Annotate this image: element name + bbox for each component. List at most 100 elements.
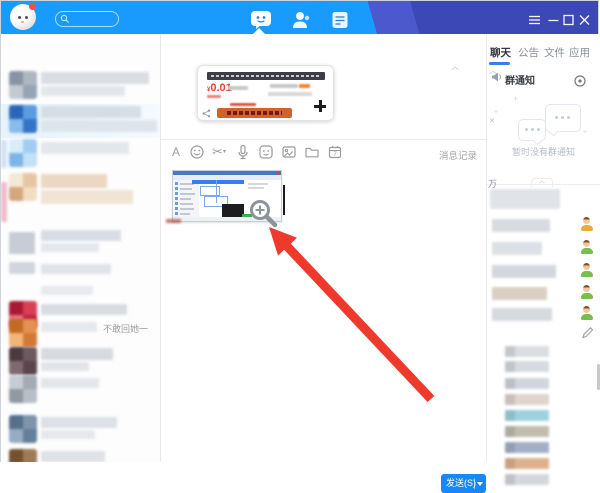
send-button-divider [474, 478, 475, 489]
voice-icon[interactable] [235, 144, 251, 160]
censored-text-bar [41, 430, 95, 439]
thumb-outline-box [200, 186, 220, 196]
avatar-nose [21, 21, 24, 23]
censored-text-bar [41, 304, 127, 315]
censored-red-text [230, 103, 256, 106]
chat-list-item[interactable] [1, 138, 161, 172]
censored-member-header [490, 189, 560, 209]
censored-app-item [505, 442, 549, 453]
censored-app-item [505, 378, 549, 389]
file-folder-icon[interactable] [304, 144, 320, 160]
app-window: 不敢回她一 ¥0.01 ︿ [0, 0, 599, 462]
chat-list-item[interactable] [1, 374, 161, 402]
messages-tab-icon[interactable] [249, 10, 273, 30]
censored-app-item [505, 346, 549, 357]
censored-text-bar [9, 232, 35, 254]
emoji-icon[interactable] [189, 144, 205, 160]
censored-text-bar [41, 142, 129, 154]
member-avatar-body [581, 225, 593, 231]
message-image-card[interactable]: ¥0.01 [197, 65, 334, 121]
censored-text-bar [41, 451, 105, 462]
censored-red-text [207, 95, 221, 98]
chat-avatar [9, 71, 37, 99]
censored-text-bar [41, 264, 111, 274]
censored-text-bar [1, 140, 7, 168]
member-avatar-icon[interactable] [580, 306, 593, 320]
member-list [487, 34, 600, 462]
search-input[interactable] [55, 11, 119, 27]
chat-list-item[interactable] [1, 230, 161, 260]
chat-list-item[interactable] [1, 104, 161, 138]
censored-text-bar [41, 106, 141, 118]
censored-app-item [505, 361, 549, 372]
thumb-selection-bar [192, 180, 244, 184]
workspace-tab-icon[interactable] [328, 10, 352, 30]
censored-member-name [492, 242, 542, 255]
main-menu-icon[interactable] [528, 14, 541, 26]
message-input[interactable]: 发送(S) [161, 163, 486, 442]
avatar-eye [25, 16, 28, 19]
contacts-tab-icon[interactable] [289, 10, 313, 30]
sticker-icon[interactable] [258, 144, 274, 160]
censored-text-bar [41, 417, 117, 428]
censored-text-bar [41, 348, 113, 360]
calendar-icon[interactable]: 7 [327, 144, 343, 160]
font-format-icon[interactable]: A [168, 144, 184, 160]
image-icon[interactable] [281, 144, 297, 160]
zoom-plus-cursor-icon [314, 100, 326, 112]
censored-app-item [505, 426, 549, 437]
member-avatar-head [583, 306, 590, 313]
chat-list-item[interactable] [1, 346, 161, 374]
chat-list-item[interactable] [1, 448, 161, 462]
member-avatar-icon[interactable] [580, 285, 593, 299]
chat-list-item[interactable]: 不敢回她一 [1, 318, 161, 344]
message-history-button[interactable]: 消息记录 [439, 148, 477, 162]
scroll-up-chevron[interactable]: ︿ [451, 63, 459, 71]
censored-text-bar [41, 174, 107, 188]
censored-text [270, 84, 298, 88]
member-avatar-icon[interactable] [580, 217, 593, 231]
chat-preview-text: 不敢回她一 [103, 322, 148, 335]
chat-list-item[interactable] [1, 172, 161, 228]
censored-text-bar [41, 190, 133, 204]
censored-member-name [492, 287, 547, 300]
chat-avatar [9, 173, 37, 201]
share-icon [202, 109, 211, 118]
chat-list-item[interactable] [1, 70, 161, 104]
maximize-icon[interactable] [562, 14, 575, 26]
censored-app-item [505, 410, 549, 421]
chat-avatar [9, 375, 37, 403]
thumb-dark-rect [222, 204, 244, 217]
censored-app-item [505, 474, 549, 485]
censored-text-bar [1, 182, 7, 222]
minimize-icon[interactable] [547, 14, 560, 26]
censored-app-item [505, 458, 549, 469]
censored-member-name [492, 219, 550, 232]
member-avatar-icon[interactable] [580, 240, 593, 254]
chat-avatar [9, 449, 37, 462]
chat-list-item[interactable] [1, 262, 161, 286]
censored-app-item [505, 394, 549, 405]
chat-avatar [9, 139, 37, 167]
censored-text-bar [41, 243, 99, 252]
censored-text-bar [9, 262, 35, 274]
close-icon[interactable] [578, 14, 591, 26]
member-avatar-icon[interactable] [580, 263, 593, 277]
send-options-caret-icon[interactable] [477, 482, 483, 486]
chat-avatar [9, 319, 37, 347]
censored-text-bar [41, 286, 93, 295]
member-avatar-body [581, 271, 593, 277]
censored-member-name [492, 265, 556, 278]
censored-text-bar [41, 86, 125, 96]
chat-list-item[interactable] [1, 286, 161, 300]
edit-pencil-icon[interactable] [581, 326, 594, 339]
magnifier-zoom-icon[interactable] [247, 197, 281, 231]
titlebar [1, 1, 598, 34]
message-history-area: ¥0.01 ︿ [161, 34, 486, 139]
avatar-eye [18, 16, 21, 19]
chat-list-item[interactable] [1, 414, 161, 444]
chat-main: ¥0.01 ︿ A [161, 34, 486, 462]
censored-orange-text [299, 84, 310, 88]
screenshot-scissors-icon[interactable]: ✂▾ [211, 144, 227, 160]
send-button[interactable]: 发送(S) [441, 474, 486, 493]
